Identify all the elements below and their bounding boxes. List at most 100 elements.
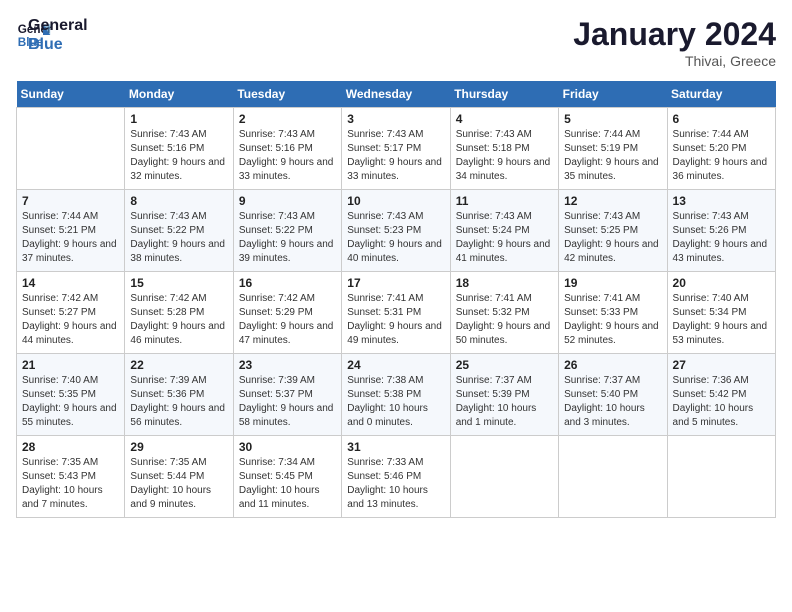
sunrise-text: Sunrise: 7:43 AM <box>130 211 206 222</box>
day-info: Sunrise: 7:43 AM Sunset: 5:16 PM Dayligh… <box>130 128 227 184</box>
day-info: Sunrise: 7:35 AM Sunset: 5:44 PM Dayligh… <box>130 456 227 512</box>
daylight-text: Daylight: 9 hours and 41 minutes. <box>456 239 551 264</box>
calendar-day-cell: 20 Sunrise: 7:40 AM Sunset: 5:34 PM Dayl… <box>667 272 775 354</box>
sunrise-text: Sunrise: 7:41 AM <box>456 293 532 304</box>
day-info: Sunrise: 7:37 AM Sunset: 5:39 PM Dayligh… <box>456 374 553 430</box>
day-number: 19 <box>564 276 661 290</box>
sunset-text: Sunset: 5:27 PM <box>22 307 96 318</box>
sunset-text: Sunset: 5:31 PM <box>347 307 421 318</box>
day-info: Sunrise: 7:37 AM Sunset: 5:40 PM Dayligh… <box>564 374 661 430</box>
daylight-text: Daylight: 9 hours and 46 minutes. <box>130 321 225 346</box>
day-number: 6 <box>673 112 770 126</box>
sunset-text: Sunset: 5:23 PM <box>347 225 421 236</box>
sunrise-text: Sunrise: 7:43 AM <box>673 211 749 222</box>
sunrise-text: Sunrise: 7:43 AM <box>347 211 423 222</box>
sunset-text: Sunset: 5:36 PM <box>130 389 204 400</box>
day-info: Sunrise: 7:41 AM Sunset: 5:33 PM Dayligh… <box>564 292 661 348</box>
day-number: 29 <box>130 440 227 454</box>
day-number: 21 <box>22 358 119 372</box>
day-number: 25 <box>456 358 553 372</box>
day-number: 24 <box>347 358 444 372</box>
sunset-text: Sunset: 5:46 PM <box>347 471 421 482</box>
day-number: 7 <box>22 194 119 208</box>
sunset-text: Sunset: 5:40 PM <box>564 389 638 400</box>
daylight-text: Daylight: 9 hours and 37 minutes. <box>22 239 117 264</box>
day-info: Sunrise: 7:44 AM Sunset: 5:19 PM Dayligh… <box>564 128 661 184</box>
calendar-day-cell <box>450 436 558 518</box>
calendar-day-cell: 16 Sunrise: 7:42 AM Sunset: 5:29 PM Dayl… <box>233 272 341 354</box>
sunset-text: Sunset: 5:25 PM <box>564 225 638 236</box>
sunset-text: Sunset: 5:22 PM <box>130 225 204 236</box>
calendar-day-cell <box>559 436 667 518</box>
calendar-day-cell: 8 Sunrise: 7:43 AM Sunset: 5:22 PM Dayli… <box>125 190 233 272</box>
daylight-text: Daylight: 10 hours and 11 minutes. <box>239 485 320 510</box>
sunrise-text: Sunrise: 7:43 AM <box>456 211 532 222</box>
day-number: 17 <box>347 276 444 290</box>
calendar-day-cell: 18 Sunrise: 7:41 AM Sunset: 5:32 PM Dayl… <box>450 272 558 354</box>
weekday-header-row: SundayMondayTuesdayWednesdayThursdayFrid… <box>17 81 776 108</box>
calendar-day-cell: 15 Sunrise: 7:42 AM Sunset: 5:28 PM Dayl… <box>125 272 233 354</box>
day-info: Sunrise: 7:38 AM Sunset: 5:38 PM Dayligh… <box>347 374 444 430</box>
logo-line2: Blue <box>28 35 88 54</box>
daylight-text: Daylight: 9 hours and 53 minutes. <box>673 321 768 346</box>
day-info: Sunrise: 7:40 AM Sunset: 5:35 PM Dayligh… <box>22 374 119 430</box>
sunrise-text: Sunrise: 7:43 AM <box>456 129 532 140</box>
calendar-week-row: 14 Sunrise: 7:42 AM Sunset: 5:27 PM Dayl… <box>17 272 776 354</box>
day-info: Sunrise: 7:33 AM Sunset: 5:46 PM Dayligh… <box>347 456 444 512</box>
calendar-day-cell: 30 Sunrise: 7:34 AM Sunset: 5:45 PM Dayl… <box>233 436 341 518</box>
day-info: Sunrise: 7:34 AM Sunset: 5:45 PM Dayligh… <box>239 456 336 512</box>
sunset-text: Sunset: 5:38 PM <box>347 389 421 400</box>
sunset-text: Sunset: 5:34 PM <box>673 307 747 318</box>
day-number: 14 <box>22 276 119 290</box>
daylight-text: Daylight: 9 hours and 36 minutes. <box>673 157 768 182</box>
daylight-text: Daylight: 9 hours and 44 minutes. <box>22 321 117 346</box>
day-info: Sunrise: 7:44 AM Sunset: 5:20 PM Dayligh… <box>673 128 770 184</box>
weekday-header-thursday: Thursday <box>450 81 558 108</box>
calendar-day-cell: 27 Sunrise: 7:36 AM Sunset: 5:42 PM Dayl… <box>667 354 775 436</box>
page-header: General Blue General Blue January 2024 T… <box>16 16 776 69</box>
calendar-day-cell: 17 Sunrise: 7:41 AM Sunset: 5:31 PM Dayl… <box>342 272 450 354</box>
day-number: 31 <box>347 440 444 454</box>
sunset-text: Sunset: 5:42 PM <box>673 389 747 400</box>
daylight-text: Daylight: 9 hours and 52 minutes. <box>564 321 659 346</box>
sunset-text: Sunset: 5:16 PM <box>130 143 204 154</box>
sunrise-text: Sunrise: 7:35 AM <box>130 457 206 468</box>
day-number: 8 <box>130 194 227 208</box>
daylight-text: Daylight: 9 hours and 32 minutes. <box>130 157 225 182</box>
sunrise-text: Sunrise: 7:41 AM <box>347 293 423 304</box>
daylight-text: Daylight: 9 hours and 56 minutes. <box>130 403 225 428</box>
day-info: Sunrise: 7:39 AM Sunset: 5:36 PM Dayligh… <box>130 374 227 430</box>
calendar-day-cell: 10 Sunrise: 7:43 AM Sunset: 5:23 PM Dayl… <box>342 190 450 272</box>
sunset-text: Sunset: 5:21 PM <box>22 225 96 236</box>
sunset-text: Sunset: 5:45 PM <box>239 471 313 482</box>
calendar-day-cell: 4 Sunrise: 7:43 AM Sunset: 5:18 PM Dayli… <box>450 108 558 190</box>
sunrise-text: Sunrise: 7:44 AM <box>673 129 749 140</box>
day-info: Sunrise: 7:42 AM Sunset: 5:28 PM Dayligh… <box>130 292 227 348</box>
daylight-text: Daylight: 9 hours and 43 minutes. <box>673 239 768 264</box>
day-number: 30 <box>239 440 336 454</box>
daylight-text: Daylight: 10 hours and 7 minutes. <box>22 485 103 510</box>
day-number: 28 <box>22 440 119 454</box>
daylight-text: Daylight: 9 hours and 33 minutes. <box>239 157 334 182</box>
day-info: Sunrise: 7:43 AM Sunset: 5:22 PM Dayligh… <box>130 210 227 266</box>
daylight-text: Daylight: 9 hours and 50 minutes. <box>456 321 551 346</box>
sunrise-text: Sunrise: 7:41 AM <box>564 293 640 304</box>
day-info: Sunrise: 7:43 AM Sunset: 5:23 PM Dayligh… <box>347 210 444 266</box>
calendar-week-row: 28 Sunrise: 7:35 AM Sunset: 5:43 PM Dayl… <box>17 436 776 518</box>
day-number: 2 <box>239 112 336 126</box>
sunset-text: Sunset: 5:33 PM <box>564 307 638 318</box>
daylight-text: Daylight: 9 hours and 40 minutes. <box>347 239 442 264</box>
calendar-day-cell: 12 Sunrise: 7:43 AM Sunset: 5:25 PM Dayl… <box>559 190 667 272</box>
sunrise-text: Sunrise: 7:37 AM <box>456 375 532 386</box>
day-number: 27 <box>673 358 770 372</box>
calendar-week-row: 1 Sunrise: 7:43 AM Sunset: 5:16 PM Dayli… <box>17 108 776 190</box>
daylight-text: Daylight: 10 hours and 3 minutes. <box>564 403 645 428</box>
calendar-day-cell <box>17 108 125 190</box>
sunrise-text: Sunrise: 7:43 AM <box>239 129 315 140</box>
day-info: Sunrise: 7:39 AM Sunset: 5:37 PM Dayligh… <box>239 374 336 430</box>
sunset-text: Sunset: 5:24 PM <box>456 225 530 236</box>
calendar-day-cell: 14 Sunrise: 7:42 AM Sunset: 5:27 PM Dayl… <box>17 272 125 354</box>
weekday-header-tuesday: Tuesday <box>233 81 341 108</box>
sunrise-text: Sunrise: 7:33 AM <box>347 457 423 468</box>
location: Thivai, Greece <box>573 53 776 69</box>
